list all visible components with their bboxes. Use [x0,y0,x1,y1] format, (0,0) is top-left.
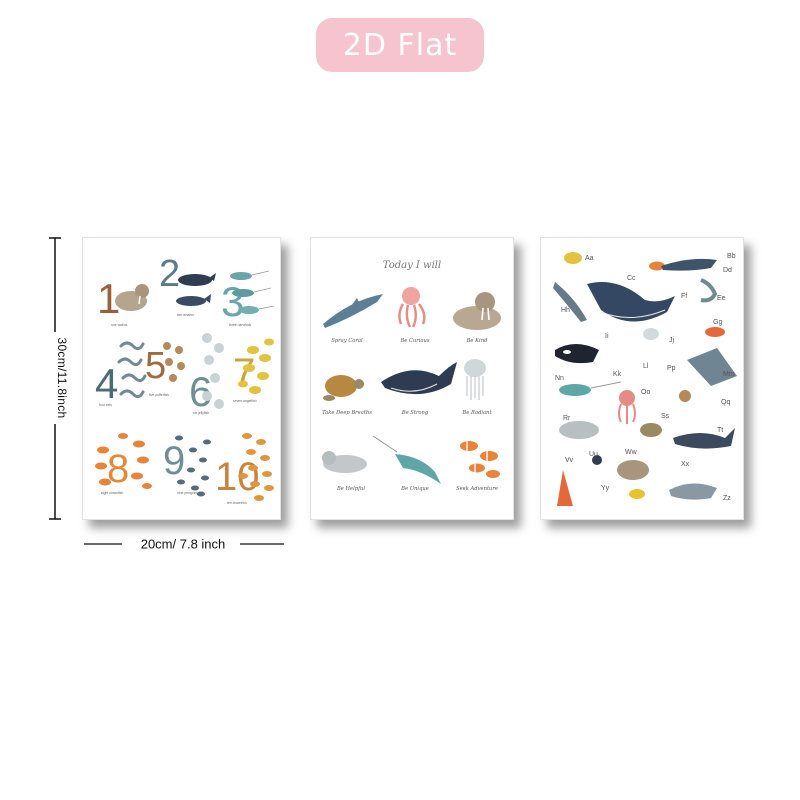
letter-Rr: Rr [563,415,571,422]
jellyfish-illustration [643,328,659,340]
letter-Mm: Mm [723,371,735,378]
angelfish-illustration [564,252,582,264]
letter-Aa: Aa [585,255,594,262]
digit-9: 9 [163,439,185,483]
dolphin-illustration [661,258,717,271]
letter-Nn: Nn [555,375,564,382]
letter-Qq: Qq [721,399,730,406]
letter-Ii: Ii [605,333,609,340]
letter-Ww: Ww [625,449,638,456]
caption-be-helpful: Be Helpful [336,486,365,492]
caption-be-curious: Be Curious [399,338,429,344]
numbers-artwork: 1 2 3 4 5 6 7 8 9 10 one walrus two whal… [95,253,275,505]
digit-5: 5 [145,345,166,387]
sea-life-artwork: Today I will Spray Coral Be Curious Be K… [322,260,501,492]
yellow-tang-illustration [629,489,645,499]
whale-illustration [587,282,675,322]
narwhal-illustration [559,381,622,396]
digit-3: 3 [221,278,244,325]
letter-Yy: Yy [601,485,610,492]
digit-10: 10 [215,455,260,499]
letter-Dd: Dd [723,267,732,274]
sea-life-poster: Today I will Spray Coral Be Curious Be K… [310,237,514,520]
digit-8: 8 [107,447,129,491]
caption-6: six jellyfish [193,411,209,415]
walrus-illustration [617,460,649,480]
caption-be-radiant: Be Radiant [461,410,492,416]
caption-5: five pufferfish [149,393,169,397]
caption-be-strong: Be Strong [401,410,429,416]
whale-shark-illustration [673,428,735,449]
caption-4: four eels [99,403,112,407]
height-label: 30cm/11.8inch [55,337,69,419]
caption-spray-coral: Spray Coral [331,338,363,344]
whales-illustration [176,273,216,306]
caption-take-deep-breaths: Take Deep Breaths [322,410,372,416]
zebra-shark-illustration [669,483,717,500]
width-label: 20cm/ 7.8 inch [140,536,226,552]
turtle-illustration [640,423,662,437]
format-badge: 2D Flat [316,18,484,72]
jellyfish-illustration [464,359,486,400]
letter-Ss: Ss [661,413,670,420]
orca-illustration [555,344,599,364]
whale-illustration [381,362,457,395]
sea-turtle-illustration [323,375,364,401]
manta-ray-illustration [687,348,737,386]
letter-Zz: Zz [723,495,731,502]
badge-label: 2D Flat [342,27,458,63]
letter-Cc: Cc [627,275,636,282]
walrus-illustration [453,292,501,330]
letter-Gg: Gg [713,319,722,326]
caption-9: nine penguins [177,491,198,495]
caption-10: ten clownfish [227,501,247,505]
letter-Oo: Oo [641,389,650,396]
letter-Jj: Jj [669,337,675,344]
letter-Bb: Bb [727,253,736,260]
eel-illustration [700,278,718,303]
letter-Vv: Vv [565,457,574,464]
pufferfish-illustration [679,390,691,402]
caption-be-kind: Be Kind [466,338,488,344]
seal-illustration [322,451,367,473]
caption-seek-adventure: Seek Adventure [456,486,498,492]
octopus-illustration [618,390,636,424]
eels-illustration [117,341,147,399]
seal-illustration [559,421,599,439]
letter-Hh: Hh [561,307,570,314]
caption-3: three narwhals [229,323,252,327]
letter-Tt: Tt [717,427,723,434]
letter-Xx: Xx [681,461,690,468]
letter-Ll: Ll [643,363,649,370]
caption-2: two whales [177,313,194,317]
narwhal-illustration [372,435,441,484]
squid-illustration [557,470,573,506]
numbers-poster: 1 2 3 4 5 6 7 8 9 10 one walrus two whal… [82,237,281,520]
caption-7: seven angelfish [233,399,257,403]
shark-illustration [553,282,587,322]
digit-2: 2 [159,253,180,295]
poster-title: Today I will [383,260,441,271]
letter-Uu: Uu [589,451,598,458]
caption-be-unique: Be Unique [400,486,429,492]
letter-Kk: Kk [613,371,622,378]
alphabet-artwork: Aa Bb Cc Dd Ee Ff Gg Hh Ii Jj Kk Ll Mm N… [553,252,737,506]
clownfish-illustration [460,441,500,478]
caption-1: one walrus [111,323,128,327]
octopus-illustration [398,287,426,328]
alphabet-poster: Aa Bb Cc Dd Ee Ff Gg Hh Ii Jj Kk Ll Mm N… [540,237,744,520]
digit-4: 4 [95,360,118,407]
letter-Ee: Ee [717,295,726,302]
lobster-illustration [705,327,725,337]
pufferfish-illustration [163,342,185,382]
letter-Ff: Ff [681,293,687,300]
letter-Pp: Pp [667,365,676,372]
dolphin-illustration [323,294,383,328]
caption-8: eight clownfish [101,491,123,495]
